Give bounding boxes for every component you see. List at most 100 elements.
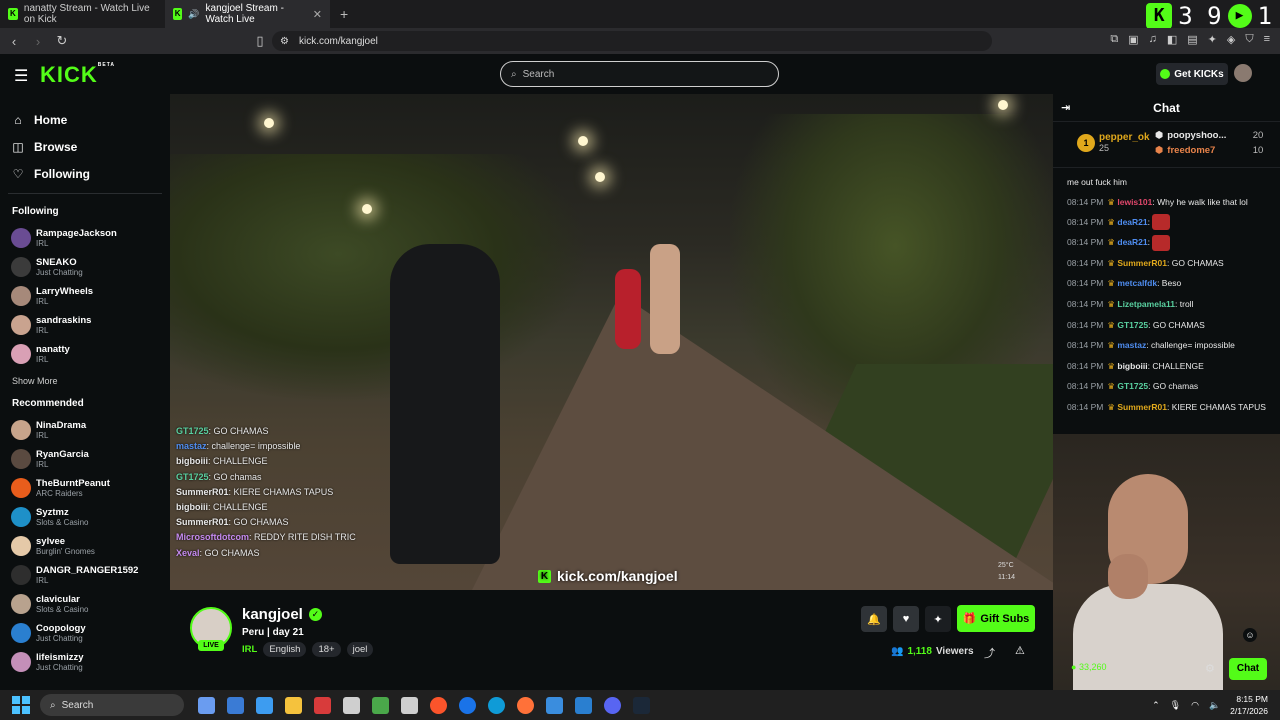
chat-settings-icon[interactable]: ⚙ [1205, 662, 1215, 675]
report-icon[interactable]: ⚠ [1015, 644, 1025, 657]
emoji-icon[interactable]: ☺ [1243, 628, 1257, 642]
taskbar-app-icon[interactable] [488, 696, 505, 714]
menu-icon[interactable]: ≡ [1264, 33, 1270, 46]
leader-name[interactable]: poopyshoo... [1167, 128, 1245, 143]
video-player[interactable]: GT1725: GO CHAMAS mastaz: challenge= impo… [170, 94, 1053, 590]
new-tab-button[interactable]: + [340, 6, 348, 22]
vpn-icon[interactable]: ◈ [1227, 33, 1235, 46]
message-user[interactable]: Lizetpamela11 [1117, 299, 1175, 309]
browser-tab-nanatty[interactable]: K nanatty Stream - Watch Live on Kick [0, 0, 165, 28]
taskbar-app-icon[interactable] [604, 696, 621, 714]
channel-row[interactable]: clavicularSlots & Casino8.9K [0, 589, 170, 618]
brand-text: KICK [40, 62, 98, 87]
tag-chip[interactable]: 18+ [312, 642, 341, 657]
following-section-title: Following [12, 206, 59, 217]
channel-row[interactable]: CoopologyJust Chatting73 [0, 618, 170, 647]
share-icon[interactable]: ⤴ [984, 645, 995, 661]
message-user[interactable]: deaR21 [1117, 217, 1147, 227]
notification-bell-button[interactable]: 🔔 [861, 606, 887, 632]
windows-start-icon[interactable] [12, 696, 30, 714]
kick-logo[interactable]: KICKBETA [40, 62, 115, 88]
send-chat-button[interactable]: Chat [1229, 658, 1267, 680]
wallet-icon[interactable]: ▤ [1187, 33, 1197, 46]
leo-icon[interactable]: ✦ [1208, 33, 1217, 46]
browser-tab-kangjoel[interactable]: K 🔊 kangjoel Stream - Watch Live ✕ [165, 0, 330, 28]
get-kicks-button[interactable]: Get KICKs [1156, 63, 1228, 85]
shield-icon[interactable]: ⛉ [1245, 33, 1253, 46]
message-user[interactable]: lewis101 [1117, 197, 1152, 207]
message-user[interactable]: GT1725 [1117, 381, 1148, 391]
user-avatar[interactable] [1234, 64, 1252, 82]
puzzle-icon[interactable]: ⧉ [1110, 33, 1118, 46]
channel-row[interactable]: RyanGarciaIRL836 [0, 444, 170, 473]
screenshot-icon[interactable]: ▣ [1128, 33, 1138, 46]
channel-row[interactable]: LarryWheelsIRL2.5K [0, 281, 170, 310]
address-bar[interactable]: ⚙ kick.com/kangjoel [272, 31, 992, 51]
forward-icon[interactable]: › [28, 34, 48, 49]
taskbar-app-icon[interactable] [575, 696, 592, 714]
taskbar-search[interactable]: ⌕ Search [40, 694, 184, 716]
hamburger-menu-icon[interactable]: ☰ [14, 66, 28, 86]
site-info-icon[interactable]: ⚙ [280, 36, 289, 47]
message-user[interactable]: mastaz [1117, 340, 1146, 350]
leader-name[interactable]: pepper_ok [1099, 132, 1150, 143]
channel-name: Syztmz [36, 506, 69, 518]
wifi-icon[interactable]: ◠ [1191, 700, 1199, 711]
clip-button[interactable]: ✦ [925, 606, 951, 632]
collapse-chat-icon[interactable]: ⇥ [1061, 101, 1070, 114]
taskbar-app-icon[interactable] [430, 696, 447, 714]
channel-row[interactable]: RampageJacksonIRL9.2K [0, 223, 170, 252]
message-user[interactable]: SummerR01 [1117, 402, 1167, 412]
taskbar-app-icon[interactable] [517, 696, 534, 714]
message-user[interactable]: metcalfdk [1117, 278, 1157, 288]
clock[interactable]: 8:15 PM 2/17/2026 [1230, 693, 1268, 717]
taskbar-app-icon[interactable] [314, 696, 331, 714]
message-user[interactable]: SummerR01 [1117, 258, 1167, 268]
taskbar-app-icon[interactable] [401, 696, 418, 714]
tag-chip[interactable]: joel [346, 642, 374, 657]
leader-name[interactable]: freedome7 [1167, 143, 1245, 158]
message-user[interactable]: bigboiii [1117, 361, 1147, 371]
nav-following[interactable]: ♡ Following [12, 160, 158, 187]
taskbar-app-icon[interactable] [633, 696, 650, 714]
channel-row[interactable]: NinaDramaIRL809 [0, 415, 170, 444]
back-icon[interactable]: ‹ [4, 34, 24, 49]
message-time: 08:14 PM [1067, 237, 1104, 248]
nav-browse[interactable]: ◫ Browse [12, 133, 158, 160]
taskbar-app-icon[interactable] [198, 696, 215, 714]
message-user[interactable]: deaR21 [1117, 237, 1147, 247]
search-input[interactable]: ⌕ Search [500, 61, 779, 87]
channel-row[interactable]: sandraskinsIRL2.3K [0, 310, 170, 339]
close-tab-icon[interactable]: ✕ [313, 8, 322, 21]
channel-row[interactable]: sylveeBurglin' Gnomes542 [0, 531, 170, 560]
gift-subs-button[interactable]: 🎁 Gift Subs [957, 605, 1035, 632]
tag-chip[interactable]: English [263, 642, 307, 657]
taskbar-app-icon[interactable] [459, 696, 476, 714]
channel-row[interactable]: DANGR_RANGER1592IRL97 [0, 560, 170, 589]
bookmark-icon[interactable]: ▯ [250, 33, 270, 49]
microphone-icon[interactable]: 🎙 [1170, 700, 1181, 711]
show-more-button[interactable]: Show More [0, 368, 170, 394]
taskbar-app-icon[interactable] [343, 696, 360, 714]
channel-points[interactable]: ● 33,260 [1071, 662, 1106, 672]
volume-icon[interactable]: 🔈 [1209, 700, 1220, 711]
channel-row[interactable]: nanattyIRL1.6K [0, 339, 170, 368]
channel-row[interactable]: SNEAKOJust Chatting5.5K [0, 252, 170, 281]
taskbar-app-icon[interactable] [256, 696, 273, 714]
taskbar-app-icon[interactable] [285, 696, 302, 714]
message-user[interactable]: GT1725 [1117, 320, 1148, 330]
nav-home[interactable]: ⌂ Home [12, 106, 158, 133]
chevron-up-icon[interactable]: ⌃ [1152, 700, 1160, 711]
channel-row[interactable]: TheBurntPeanutARC Raiders4K [0, 473, 170, 502]
follow-heart-button[interactable]: ♥ [893, 606, 919, 632]
reload-icon[interactable]: ↻ [52, 33, 72, 49]
channel-row[interactable]: lifeismizzyJust Chatting126 [0, 647, 170, 676]
sidebar-icon[interactable]: ◧ [1167, 33, 1177, 46]
music-icon[interactable]: ♫ [1149, 33, 1157, 46]
taskbar-app-icon[interactable] [546, 696, 563, 714]
streamer-name[interactable]: kangjoel [242, 606, 303, 623]
channel-row[interactable]: SyztmzSlots & Casino3.7K [0, 502, 170, 531]
taskbar-app-icon[interactable] [372, 696, 389, 714]
taskbar-app-icon[interactable] [227, 696, 244, 714]
stream-category[interactable]: IRL [242, 644, 257, 655]
